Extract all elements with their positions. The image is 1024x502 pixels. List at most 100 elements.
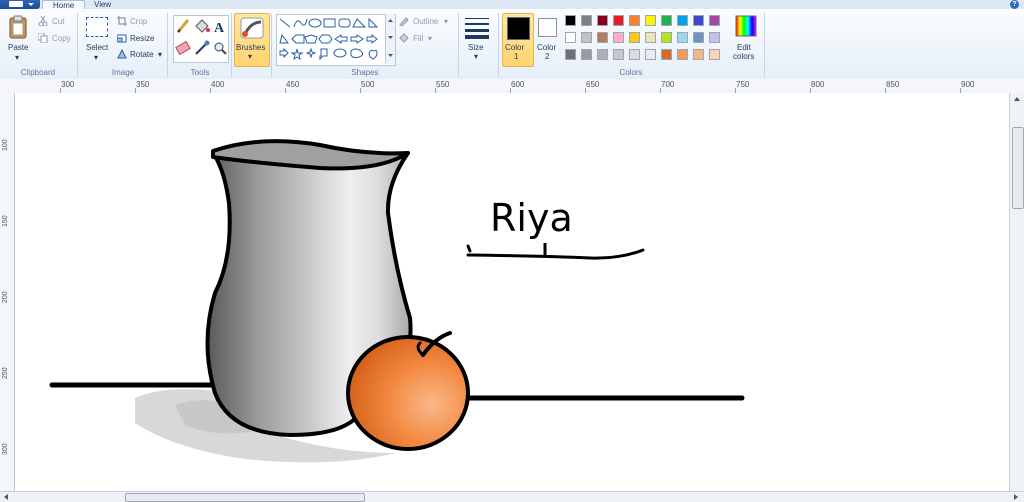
copy-button[interactable]: Copy (52, 34, 71, 43)
ruler-label: 500 (361, 80, 375, 89)
outline-button[interactable]: Outline (413, 17, 438, 26)
color1-swatch (507, 17, 530, 40)
palette-swatch[interactable] (709, 15, 720, 26)
outline-dropdown-icon[interactable]: ▾ (444, 17, 448, 26)
tab-view[interactable]: View (84, 0, 121, 9)
text-icon: A (214, 21, 225, 36)
palette-swatch[interactable] (581, 15, 592, 26)
shapes-gallery[interactable] (276, 14, 396, 66)
clipboard-group-label: Clipboard (20, 68, 56, 77)
color2-label: Color (537, 43, 557, 52)
crop-icon (117, 16, 127, 26)
crop-button[interactable]: Crop (130, 17, 147, 26)
ruler-label: 150 (2, 215, 9, 227)
color2-button[interactable] (538, 18, 557, 37)
rotate-button[interactable]: Rotate (130, 50, 154, 59)
scroll-right-icon[interactable] (1014, 494, 1018, 500)
palette-swatch[interactable] (565, 32, 576, 43)
palette-swatch[interactable] (661, 49, 672, 60)
clipboard-icon (9, 15, 27, 39)
paste-label: Paste (8, 43, 29, 52)
vertical-scroll-thumb[interactable] (1012, 127, 1024, 209)
brushes-dropdown-icon[interactable]: ▾ (248, 52, 252, 61)
paste-button[interactable] (8, 15, 28, 39)
vertical-scrollbar[interactable] (1009, 93, 1024, 491)
palette-swatch[interactable] (693, 32, 704, 43)
paint-menu-button[interactable] (0, 0, 40, 9)
colors-group-label: Colors (619, 68, 643, 77)
ruler-horizontal: 300 350 400 450 500 550 600 650 700 750 800 850 900 (0, 79, 1024, 94)
palette-swatch[interactable] (629, 49, 640, 60)
paint-menu-icon (9, 1, 23, 7)
size-button[interactable] (464, 15, 490, 41)
palette-swatch[interactable] (629, 32, 640, 43)
edit-colors-label-2: colors (733, 52, 755, 61)
shapes-icons (279, 17, 379, 61)
ruler-label: 700 (661, 80, 675, 89)
palette-swatch[interactable] (677, 15, 688, 26)
shapes-scroll-arrows (388, 19, 393, 57)
tab-bar (0, 0, 1024, 9)
eraser-icon (175, 40, 191, 56)
palette-swatch[interactable] (661, 32, 672, 43)
ribbon-separator (231, 13, 232, 77)
ruler-label: 750 (736, 80, 750, 89)
select-button[interactable] (86, 17, 108, 37)
palette-swatch[interactable] (645, 49, 656, 60)
rotate-dropdown-icon[interactable]: ▾ (158, 50, 162, 59)
palette-swatch[interactable] (709, 49, 720, 60)
ruler-label: 350 (136, 80, 150, 89)
ruler-label: 600 (511, 80, 525, 89)
brushes-label: Brushes (236, 43, 266, 52)
image-group-label: Image (111, 68, 135, 77)
color1-label: Color (505, 43, 525, 52)
resize-button[interactable]: Resize (130, 34, 154, 43)
fill-dropdown-icon[interactable]: ▾ (428, 34, 432, 43)
palette-swatch[interactable] (581, 32, 592, 43)
palette-swatch[interactable] (629, 15, 640, 26)
drawing-canvas[interactable]: Riya (15, 93, 1009, 491)
palette-swatch[interactable] (597, 49, 608, 60)
ruler-label: 300 (2, 443, 9, 455)
paste-dropdown-icon[interactable]: ▾ (15, 53, 19, 62)
ruler-label: 100 (2, 139, 9, 151)
copy-icon (38, 33, 48, 43)
ruler-label: 800 (811, 80, 825, 89)
palette-swatch[interactable] (677, 49, 688, 60)
cut-button[interactable]: Cut (52, 17, 64, 26)
palette-swatch[interactable] (693, 49, 704, 60)
palette-swatch[interactable] (613, 32, 624, 43)
scroll-up-icon[interactable] (1014, 97, 1020, 101)
tools-panel: A (173, 15, 229, 63)
palette-swatch[interactable] (677, 32, 688, 43)
color1-number: 1 (514, 52, 519, 61)
fill-button[interactable]: Fill (413, 34, 423, 43)
size-dropdown-icon[interactable]: ▾ (474, 52, 478, 61)
ruler-label: 550 (436, 80, 450, 89)
palette-swatch[interactable] (613, 49, 624, 60)
edit-colors-button[interactable] (735, 15, 757, 37)
magnifier-icon (214, 42, 227, 55)
ruler-label: 400 (211, 80, 225, 89)
select-dropdown-icon[interactable]: ▾ (94, 53, 98, 62)
palette-swatch[interactable] (661, 15, 672, 26)
orange (346, 335, 470, 451)
shapes-scroll[interactable] (385, 14, 395, 64)
cut-icon (38, 16, 48, 26)
palette-swatch[interactable] (565, 15, 576, 26)
palette-swatch[interactable] (597, 15, 608, 26)
ruler-label: 650 (586, 80, 600, 89)
ribbon: Paste ▾ Cut Copy Clipboard Select ▾ Crop… (0, 9, 1024, 80)
scroll-left-icon[interactable] (4, 494, 8, 500)
palette-swatch[interactable] (613, 15, 624, 26)
palette-swatch[interactable] (693, 15, 704, 26)
palette-swatch[interactable] (597, 32, 608, 43)
help-icon[interactable]: ? (1010, 0, 1019, 9)
palette-swatch[interactable] (645, 15, 656, 26)
palette-swatch[interactable] (565, 49, 576, 60)
palette-swatch[interactable] (581, 49, 592, 60)
palette-swatch[interactable] (709, 32, 720, 43)
horizontal-scrollbar[interactable] (0, 491, 1024, 502)
rainbow-palette-icon (735, 15, 757, 37)
palette-swatch[interactable] (645, 32, 656, 43)
